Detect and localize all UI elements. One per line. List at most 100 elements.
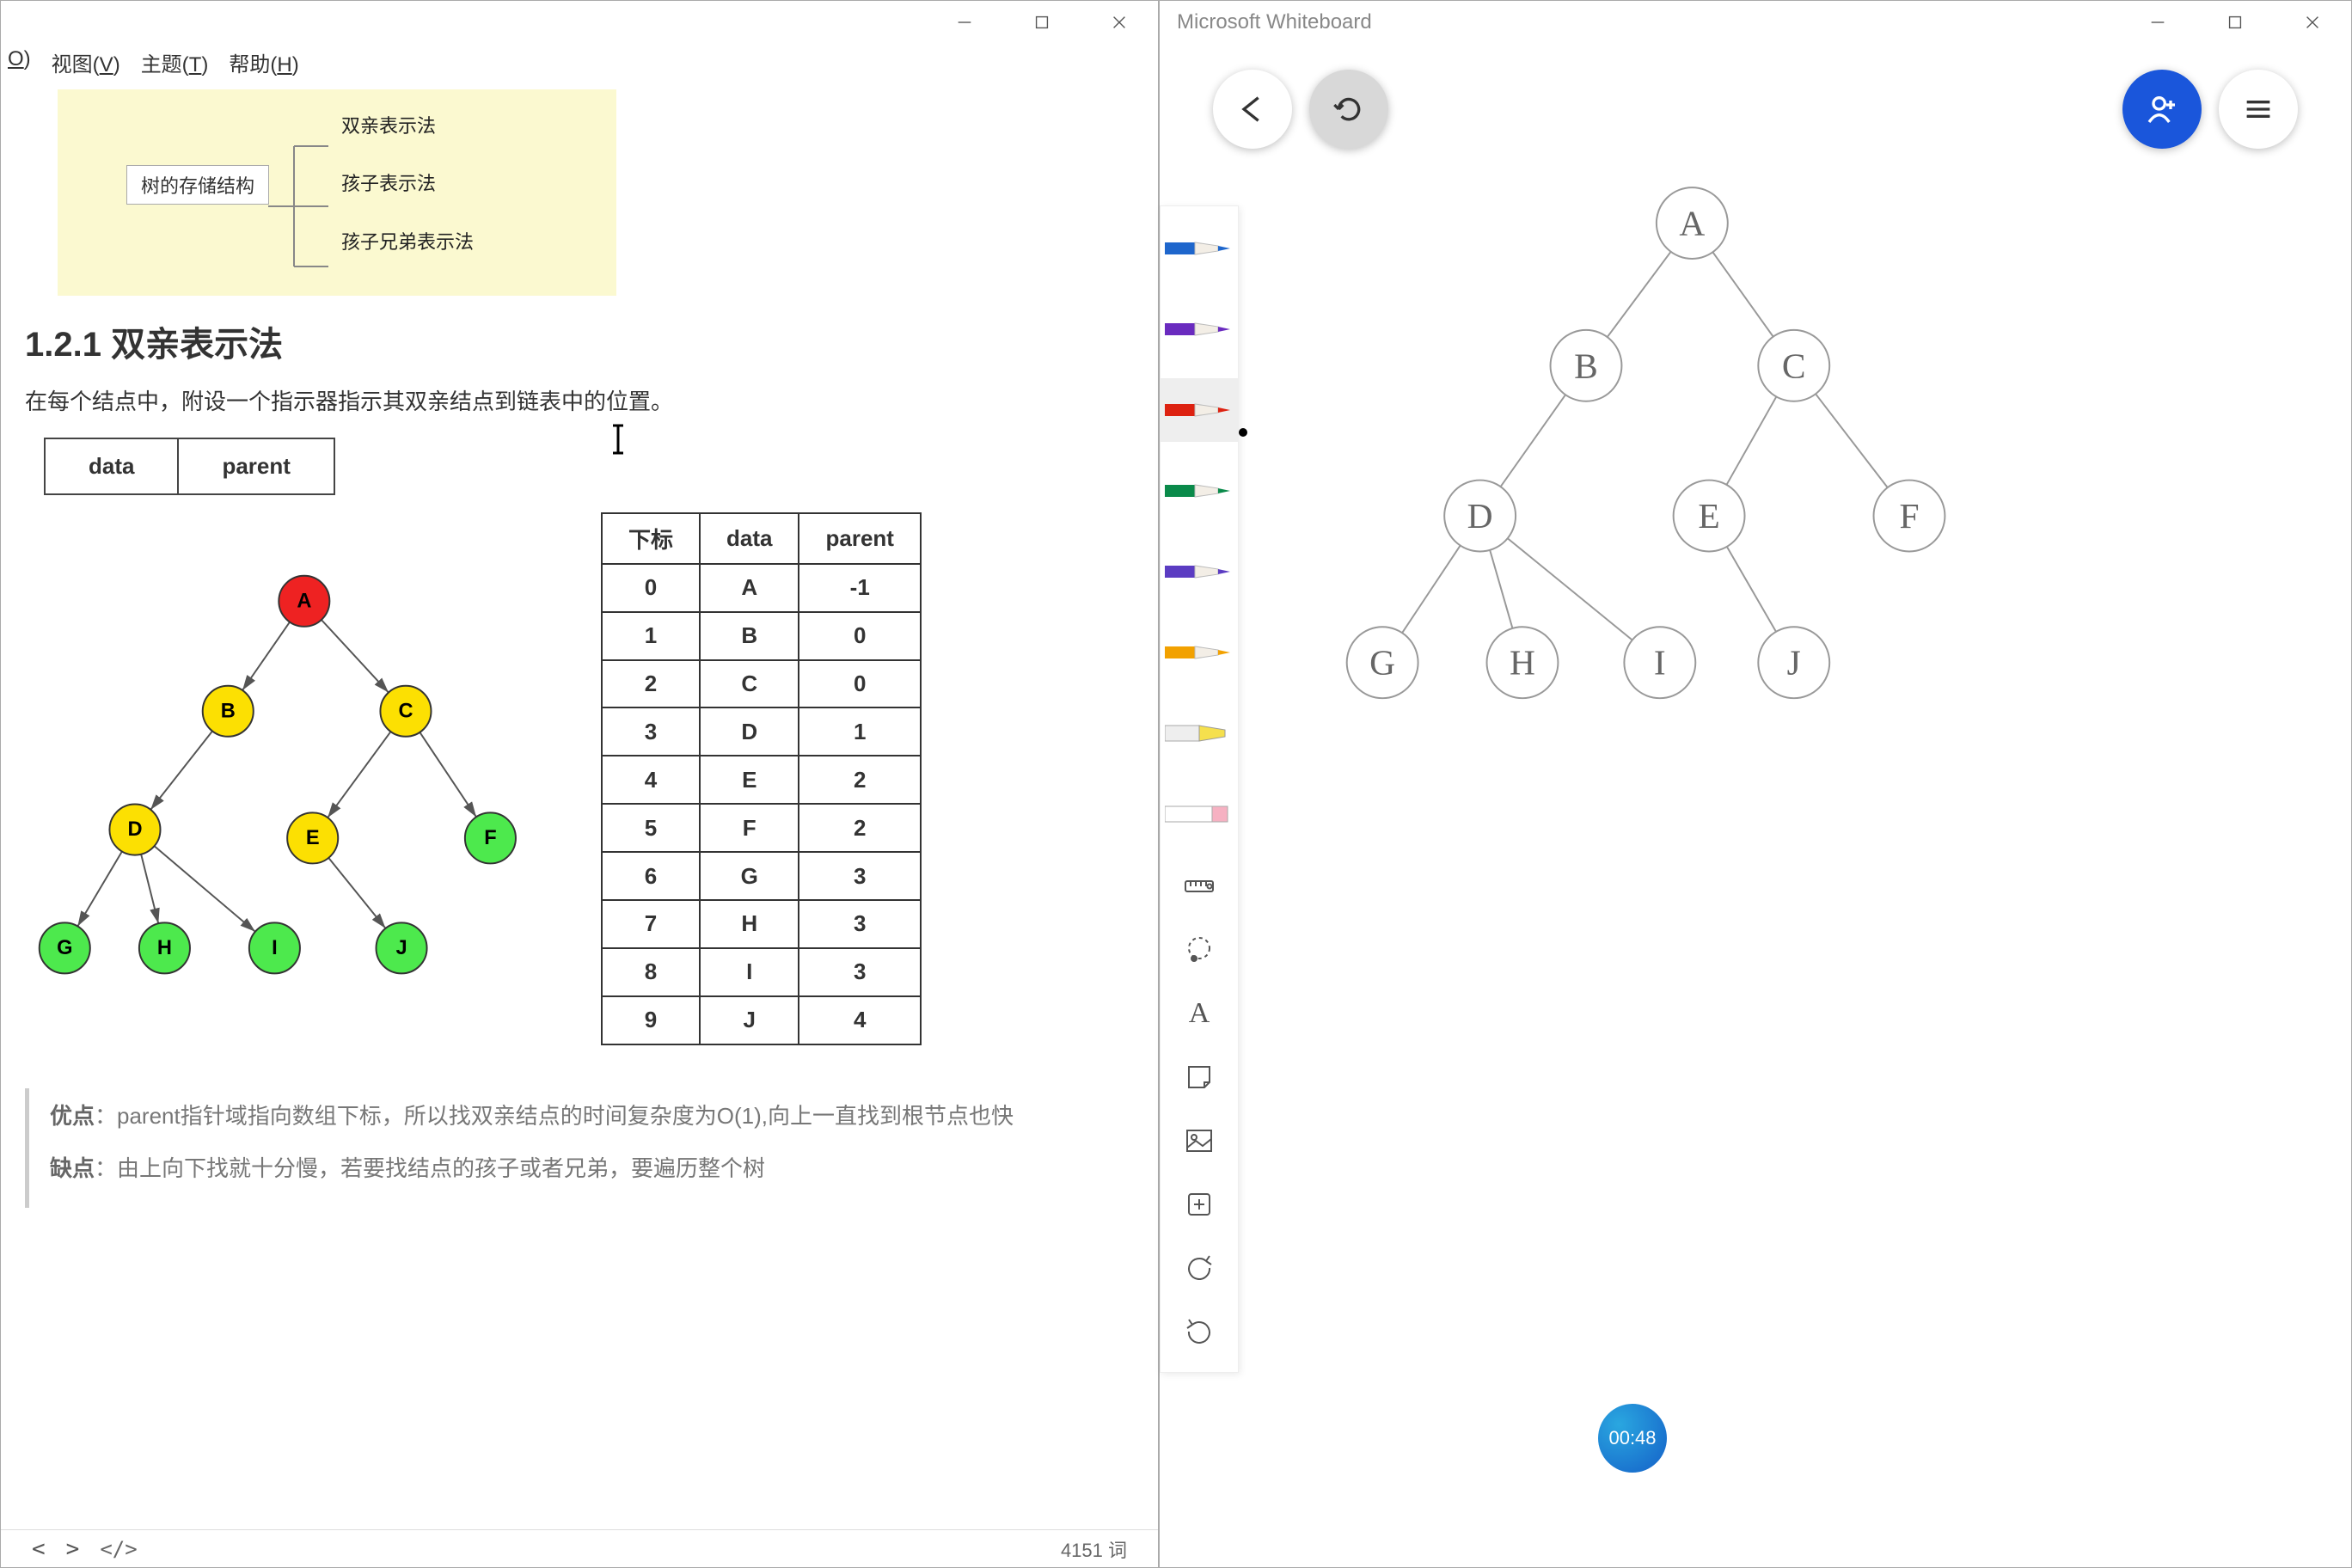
redo-tool[interactable] [1173,1308,1225,1355]
minimize-button[interactable] [926,1,1003,44]
svg-text:C: C [1782,346,1806,385]
table-header: parent [799,513,920,564]
table-row: 4E2 [602,756,921,804]
table-cell: 6 [602,852,700,900]
table-row: 5F2 [602,804,921,852]
svg-text:F: F [484,827,496,849]
share-add-button[interactable] [2122,70,2202,149]
table-row: 3D1 [602,707,921,756]
table-row: 0A-1 [602,564,921,612]
lasso-tool[interactable] [1173,927,1225,973]
svg-text:D: D [127,818,142,841]
colored-tree-diagram: ABCDEFGHIJ [25,512,567,1045]
table-cell: I [700,948,799,996]
window-title: Microsoft Whiteboard [1177,10,1372,34]
whiteboard-topbar [1160,70,2351,149]
close-button[interactable] [2274,1,2351,44]
maximize-button[interactable] [2196,1,2274,44]
close-button[interactable] [1081,1,1158,44]
table-cell: D [700,707,799,756]
pen-pencil[interactable] [1160,540,1239,603]
svg-text:D: D [1467,496,1493,536]
cell-data: data [44,438,179,495]
section-paragraph: 在每个结点中，附设一个指示器指示其双亲结点到链表中的位置。 [25,382,1134,422]
undo-tool[interactable] [1173,1245,1225,1291]
svg-text:J: J [1787,643,1801,683]
table-cell: A [700,564,799,612]
text-tool[interactable]: A [1173,990,1225,1037]
svg-text:H: H [1510,643,1535,683]
table-cell: J [700,996,799,1044]
table-cell: 7 [602,900,700,948]
table-cell: 5 [602,804,700,852]
table-cell: 0 [799,660,920,708]
mindmap-branch: 孩子表示法 [341,168,436,196]
back-button[interactable] [1213,70,1292,149]
menubar: O) 视图(V) 主题(T) 帮助(H) [1,44,1158,84]
pen-pen[interactable] [1160,621,1239,684]
pen-eraser[interactable] [1160,782,1239,846]
summary-block: 优点：parent指针域指向数组下标，所以找双亲结点的时间复杂度为O(1),向上… [25,1088,1134,1208]
table-row: 9J4 [602,996,921,1044]
svg-text:J: J [395,937,407,959]
con-label: 缺点 [50,1155,95,1181]
table-row: 2C0 [602,660,921,708]
con-note: 缺点：由上向下找就十分慢，若要找结点的孩子或者兄弟，要遍历整个树 [50,1148,1134,1190]
svg-text:H: H [157,937,172,959]
node-cell-layout: data parent [44,438,1134,495]
pro-note: 优点：parent指针域指向数组下标，所以找双亲结点的时间复杂度为O(1),向上… [50,1095,1134,1137]
table-cell: 9 [602,996,700,1044]
text-icon: A [1189,997,1210,1030]
table-row: 6G3 [602,852,921,900]
pen-pencil[interactable] [1160,297,1239,361]
note-app-window: O) 视图(V) 主题(T) 帮助(H) 树的存储结构 双亲表示法 孩子表示法 孩子兄… [0,0,1159,1568]
source-mode-icon[interactable]: </> [100,1537,137,1561]
pro-text: ：parent指针域指向数组下标，所以找双亲结点的时间复杂度为O(1),向上一直… [95,1103,1014,1129]
text-cursor [609,422,627,456]
menu-item[interactable]: 主题(T) [141,47,209,77]
menu-item[interactable]: 帮助(H) [229,47,298,77]
recording-timer-bubble[interactable]: 00:48 [1598,1404,1667,1473]
table-cell: 8 [602,948,700,996]
table-cell: 3 [799,852,920,900]
table-cell: F [700,804,799,852]
sync-button[interactable] [1309,70,1388,149]
word-count: 4151 词 [1061,1535,1127,1563]
table-cell: 4 [799,996,920,1044]
pen-pen[interactable] [1160,217,1239,280]
table-cell: H [700,900,799,948]
image-tool[interactable] [1173,1118,1225,1164]
svg-text:I: I [272,937,278,959]
nav-forward-icon[interactable]: > [66,1536,80,1562]
menu-item[interactable]: O) [8,47,31,77]
pen-highlighter[interactable] [1160,701,1239,765]
svg-text:A: A [1679,204,1705,243]
table-cell: 3 [799,948,920,996]
add-tool[interactable] [1173,1181,1225,1228]
timer-value: 00:48 [1608,1427,1656,1449]
table-cell: 3 [602,707,700,756]
nav-back-icon[interactable]: < [32,1536,46,1562]
svg-text:I: I [1654,643,1666,683]
table-cell: E [700,756,799,804]
mindmap-branch: 双亲表示法 [341,111,436,138]
table-cell: 4 [602,756,700,804]
whiteboard-tree-drawing: ABCDEFGHIJ [1327,160,1972,744]
section-heading: 1.2.1 双亲表示法 [25,316,1134,366]
svg-text:G: G [1369,643,1395,683]
note-tool[interactable] [1173,1054,1225,1100]
statusbar: < > </> 4151 词 [1,1529,1158,1567]
minimize-button[interactable] [2119,1,2196,44]
pro-label: 优点 [50,1103,95,1129]
table-cell: -1 [799,564,920,612]
settings-menu-button[interactable] [2219,70,2298,149]
table-cell: 2 [602,660,700,708]
ruler-tool[interactable] [1173,863,1225,910]
maximize-button[interactable] [1003,1,1081,44]
mindmap-image: 树的存储结构 双亲表示法 孩子表示法 孩子兄弟表示法 [58,89,616,296]
pen-pen[interactable] [1160,378,1239,442]
menu-item[interactable]: 视图(V) [52,47,120,77]
whiteboard-canvas[interactable]: A ABCDEFGHIJ 00:48 [1160,44,2351,1567]
pen-pen[interactable] [1160,459,1239,523]
table-row: 8I3 [602,948,921,996]
